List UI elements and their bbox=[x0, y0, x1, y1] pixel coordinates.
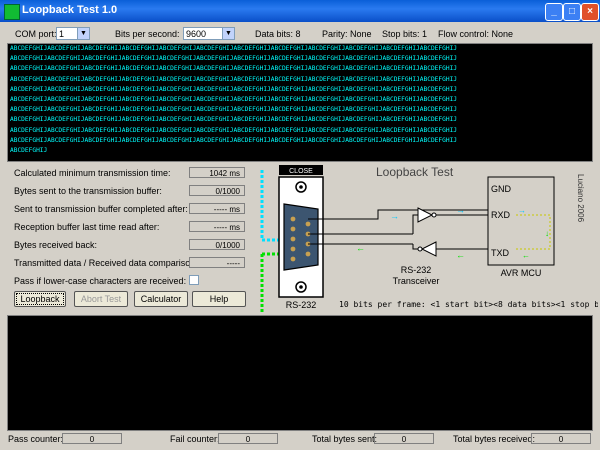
arrow-right-icon: → bbox=[456, 205, 465, 215]
total-sent-label: Total bytes sent: bbox=[312, 434, 378, 444]
maximize-button[interactable]: □ bbox=[563, 3, 581, 21]
buffer-icon bbox=[431, 212, 437, 218]
arrow-left-icon: ← bbox=[522, 251, 530, 260]
arrow-left-icon: ← bbox=[356, 243, 365, 253]
stat-value-bytes-sent: 0/1000 bbox=[189, 185, 245, 196]
stat-label-sent-completed: Sent to transmission buffer completed af… bbox=[14, 204, 188, 214]
buffer-icon bbox=[420, 241, 437, 257]
bps-select[interactable]: 9600 ▼ bbox=[183, 27, 235, 40]
pass-counter-value: 0 bbox=[62, 433, 122, 444]
loopback-diagram: CLOSE RS-232 Loopback Test → → ← ← RS-23… bbox=[260, 165, 598, 312]
terminal-line: ABCDEFGHIJABCDEFGHIJABCDEFGHIJABCDEFGHIJ… bbox=[10, 136, 458, 144]
terminal-line: ABCDEFGHIJABCDEFGHIJABCDEFGHIJABCDEFGHIJ… bbox=[10, 75, 458, 83]
com-port-label: COM port: bbox=[15, 29, 57, 39]
pass-lowercase-label: Pass if lower-case characters are receiv… bbox=[14, 276, 187, 286]
rs232-label: RS-232 bbox=[286, 300, 317, 310]
com-port-select[interactable]: 1 ▼ bbox=[56, 27, 90, 40]
pin-icon bbox=[290, 236, 296, 242]
stat-label-min-time: Calculated minimum transmission time: bbox=[14, 168, 171, 178]
pin-icon bbox=[305, 251, 311, 257]
wire bbox=[412, 214, 418, 234]
arrow-left-icon: ← bbox=[456, 250, 465, 260]
loopback-button[interactable]: Loopback bbox=[14, 291, 66, 307]
stat-value-comparison: ----- bbox=[189, 257, 245, 268]
wire bbox=[412, 244, 418, 250]
screw-icon bbox=[299, 285, 303, 289]
terminal-line: ABCDEFGHIJABCDEFGHIJABCDEFGHIJABCDEFGHIJ… bbox=[10, 55, 458, 63]
total-sent-value: 0 bbox=[374, 433, 434, 444]
settings-row: COM port: 1 ▼ Bits per second: 9600 ▼ Da… bbox=[0, 26, 600, 42]
chevron-down-icon: ▼ bbox=[77, 28, 89, 39]
pin-icon bbox=[290, 226, 296, 232]
total-received-label: Total bytes received: bbox=[453, 434, 536, 444]
credit-label: Luciano 2006 bbox=[576, 174, 585, 223]
stat-value-sent-completed: ----- ms bbox=[189, 203, 245, 214]
log-area[interactable] bbox=[7, 315, 593, 431]
screw-icon bbox=[299, 185, 303, 189]
frame-info: 10 bits per frame: <1 start bit><8 data … bbox=[339, 300, 598, 309]
pin-icon bbox=[290, 256, 296, 262]
stop-bits: Stop bits: 1 bbox=[382, 29, 428, 39]
rxd-pin-label: RXD bbox=[491, 210, 511, 220]
buffer-icon bbox=[417, 246, 423, 252]
close-label: CLOSE bbox=[289, 168, 313, 175]
stat-label-bytes-received: Bytes received back: bbox=[14, 240, 98, 250]
terminal-line: ABCDEFGHIJABCDEFGHIJABCDEFGHIJABCDEFGHIJ… bbox=[10, 45, 458, 52]
terminal-line: ABCDEFGHIJABCDEFGHIJABCDEFGHIJABCDEFGHIJ… bbox=[10, 65, 458, 73]
stat-label-comparison: Transmitted data / Received data compari… bbox=[14, 258, 198, 268]
parity: Parity: None bbox=[322, 29, 372, 39]
transceiver-label: RS-232 bbox=[401, 265, 432, 275]
pass-lowercase-checkbox[interactable] bbox=[189, 275, 199, 285]
terminal-line: ABCDEFGHIJABCDEFGHIJABCDEFGHIJABCDEFGHIJ… bbox=[10, 85, 458, 93]
com-port-value: 1 bbox=[59, 29, 65, 39]
terminal-line: ABCDEFGHIJ bbox=[10, 146, 48, 154]
bps-value: 9600 bbox=[186, 29, 207, 39]
total-received-value: 0 bbox=[531, 433, 591, 444]
flow-control: Flow control: None bbox=[438, 29, 514, 39]
arrow-right-icon: → bbox=[390, 211, 399, 221]
bps-label: Bits per second: bbox=[115, 29, 180, 39]
chevron-down-icon: ▼ bbox=[222, 28, 234, 39]
pin-icon bbox=[290, 246, 296, 252]
help-button[interactable]: Help bbox=[192, 291, 246, 307]
diagram-title: Loopback Test bbox=[376, 165, 454, 179]
stat-label-bytes-sent: Bytes sent to the transmission buffer: bbox=[14, 186, 162, 196]
close-button[interactable]: × bbox=[581, 3, 599, 21]
terminal-line: ABCDEFGHIJABCDEFGHIJABCDEFGHIJABCDEFGHIJ… bbox=[10, 126, 458, 134]
pin-icon bbox=[305, 221, 311, 227]
stat-value-reception-read: ----- ms bbox=[189, 221, 245, 232]
fail-counter-label: Fail counter: bbox=[170, 434, 220, 444]
terminal-line: ABCDEFGHIJABCDEFGHIJABCDEFGHIJABCDEFGHIJ… bbox=[10, 116, 458, 124]
db9-connector-icon bbox=[283, 203, 319, 271]
arrow-down-icon: ↓ bbox=[545, 229, 549, 238]
received-data-terminal[interactable]: ABCDEFGHIJABCDEFGHIJABCDEFGHIJABCDEFGHIJ… bbox=[7, 43, 593, 162]
stat-value-min-time: 1042 ms bbox=[189, 167, 245, 178]
terminal-line: ABCDEFGHIJABCDEFGHIJABCDEFGHIJABCDEFGHIJ… bbox=[10, 106, 458, 114]
window-title: Loopback Test 1.0 bbox=[22, 4, 118, 16]
gnd-pin-label: GND bbox=[491, 184, 512, 194]
stat-value-bytes-received: 0/1000 bbox=[189, 239, 245, 250]
data-bits: Data bits: 8 bbox=[255, 29, 301, 39]
fail-counter-value: 0 bbox=[218, 433, 278, 444]
transceiver-label: Transceiver bbox=[393, 276, 440, 286]
abort-test-button[interactable]: Abort Test bbox=[74, 291, 128, 307]
pin-icon bbox=[290, 216, 296, 222]
mcu-label: AVR MCU bbox=[501, 268, 542, 278]
txd-pin-label: TXD bbox=[491, 248, 510, 258]
terminal-line: ABCDEFGHIJABCDEFGHIJABCDEFGHIJABCDEFGHIJ… bbox=[10, 95, 458, 103]
arrow-right-icon: → bbox=[518, 206, 526, 215]
calculator-button[interactable]: Calculator bbox=[134, 291, 188, 307]
title-bar: Loopback Test 1.0 _ □ × bbox=[0, 0, 600, 22]
stat-label-reception-read: Reception buffer last time read after: bbox=[14, 222, 160, 232]
minimize-button[interactable]: _ bbox=[545, 3, 563, 21]
pass-counter-label: Pass counter: bbox=[8, 434, 64, 444]
app-icon bbox=[4, 4, 20, 20]
